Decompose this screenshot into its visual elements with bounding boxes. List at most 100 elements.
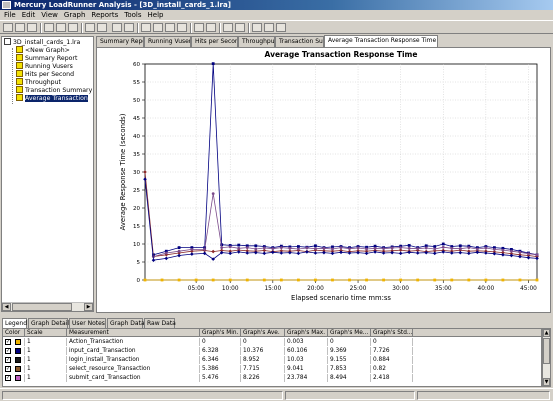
data-point[interactable] xyxy=(211,278,215,282)
data-point[interactable] xyxy=(416,278,420,282)
data-point[interactable] xyxy=(382,278,386,282)
data-point[interactable] xyxy=(271,247,275,251)
data-point[interactable] xyxy=(190,248,194,251)
data-point[interactable] xyxy=(467,246,471,250)
data-point[interactable] xyxy=(331,278,334,282)
save-icon[interactable] xyxy=(27,23,37,32)
data-point[interactable] xyxy=(296,245,300,248)
data-point[interactable] xyxy=(458,247,462,251)
data-point[interactable] xyxy=(535,278,539,282)
redo-icon[interactable] xyxy=(124,23,134,32)
data-point[interactable] xyxy=(382,247,386,251)
data-point[interactable] xyxy=(211,192,215,196)
data-point[interactable] xyxy=(501,248,505,252)
data-point[interactable] xyxy=(314,278,317,282)
data-point[interactable] xyxy=(164,251,168,255)
data-point[interactable] xyxy=(220,246,224,250)
tree-horizontal-scrollbar[interactable]: ◀ ▶ xyxy=(2,302,93,311)
header-measurement[interactable]: Measurement xyxy=(67,329,200,337)
new-icon[interactable] xyxy=(3,23,13,32)
data-point[interactable] xyxy=(356,246,360,250)
data-point[interactable] xyxy=(407,244,411,247)
data-point[interactable] xyxy=(331,247,334,251)
menu-file[interactable]: File xyxy=(0,10,19,20)
scroll-right-icon[interactable]: ▶ xyxy=(84,303,93,311)
data-point[interactable] xyxy=(228,245,232,249)
data-point[interactable] xyxy=(441,242,445,246)
data-point[interactable] xyxy=(262,246,266,250)
data-point[interactable] xyxy=(228,278,232,282)
filter-icon[interactable] xyxy=(97,23,107,32)
zoom-icon[interactable] xyxy=(194,23,204,32)
data-point[interactable] xyxy=(305,246,309,250)
tree-item-hits-per-second[interactable]: Hits per Second xyxy=(16,70,74,78)
color-swatch[interactable] xyxy=(15,357,21,363)
data-point[interactable] xyxy=(203,248,207,251)
data-point[interactable] xyxy=(467,278,471,282)
data-point[interactable] xyxy=(177,246,181,249)
data-point[interactable] xyxy=(510,249,513,253)
data-point[interactable] xyxy=(484,246,488,250)
data-point[interactable] xyxy=(314,247,317,251)
menu-tools[interactable]: Tools xyxy=(121,10,144,20)
data-point[interactable] xyxy=(237,246,241,250)
header-scale[interactable]: Scale xyxy=(25,329,67,337)
tree-item-new-graph[interactable]: <New Graph> xyxy=(16,46,70,54)
legend-row[interactable]: ✓ 1 login_install_Transaction 6.346 8.952 10.… xyxy=(3,356,541,364)
data-point[interactable] xyxy=(245,246,249,250)
tree-item-throughput[interactable]: Throughput xyxy=(16,78,61,86)
data-point[interactable] xyxy=(373,246,377,250)
visibility-checkbox[interactable]: ✓ xyxy=(5,339,11,345)
data-point[interactable] xyxy=(535,253,539,257)
data-point[interactable] xyxy=(262,278,266,282)
data-point[interactable] xyxy=(433,245,437,248)
data-point[interactable] xyxy=(211,62,215,66)
tree-root[interactable]: 3D_install_cards_1.lra xyxy=(4,38,80,46)
header-color[interactable]: Color xyxy=(3,329,25,337)
tab-running-vusers[interactable]: Running Vusers xyxy=(144,36,191,47)
visibility-checkbox[interactable]: ✓ xyxy=(5,357,11,363)
scroll-thumb[interactable] xyxy=(12,303,72,311)
visibility-checkbox[interactable]: ✓ xyxy=(5,375,11,381)
menu-view[interactable]: View xyxy=(38,10,61,20)
legend-row[interactable]: ✓ 1 select_resource_Transaction 5.386 7.715 9… xyxy=(3,365,541,373)
data-point[interactable] xyxy=(433,247,437,251)
data-point[interactable] xyxy=(390,246,394,250)
data-point[interactable] xyxy=(365,278,368,282)
legend-vertical-scrollbar[interactable]: ▲ ▼ xyxy=(542,328,551,387)
cascade-icon[interactable] xyxy=(165,23,175,32)
header-min[interactable]: Graph's Min. xyxy=(200,329,241,337)
layout-icon[interactable] xyxy=(141,23,151,32)
color-swatch[interactable] xyxy=(15,366,21,372)
legend-icon[interactable] xyxy=(206,23,216,32)
visibility-checkbox[interactable]: ✓ xyxy=(5,366,11,372)
bar-chart-icon[interactable] xyxy=(252,23,262,32)
data-point[interactable] xyxy=(399,278,403,282)
legend-row[interactable]: ✓ 1 Action_Transaction 0 0 0.003 0 0 xyxy=(3,338,541,346)
report-icon[interactable] xyxy=(56,23,66,32)
data-point[interactable] xyxy=(245,278,249,282)
copy-icon[interactable] xyxy=(68,23,78,32)
data-point[interactable] xyxy=(279,246,283,250)
scroll-left-icon[interactable]: ◀ xyxy=(2,303,11,311)
data-point[interactable] xyxy=(484,278,488,282)
data-point[interactable] xyxy=(527,252,530,256)
visibility-checkbox[interactable]: ✓ xyxy=(5,348,11,354)
menu-reports[interactable]: Reports xyxy=(88,10,121,20)
data-point[interactable] xyxy=(322,246,326,250)
data-point[interactable] xyxy=(348,247,351,251)
scroll-up-icon[interactable]: ▲ xyxy=(543,329,550,337)
data-point[interactable] xyxy=(177,278,181,282)
tree-item-running-vusers[interactable]: Running Vusers xyxy=(16,62,73,70)
data-point[interactable] xyxy=(492,248,496,251)
data-point[interactable] xyxy=(348,278,351,282)
data-point[interactable] xyxy=(160,278,164,282)
undo-icon[interactable] xyxy=(112,23,122,32)
tile-icon[interactable] xyxy=(153,23,163,32)
chart-icon[interactable] xyxy=(223,23,233,32)
header-ave[interactable]: Graph's Ave. xyxy=(241,329,285,337)
data-point[interactable] xyxy=(501,278,505,282)
color-swatch[interactable] xyxy=(15,348,21,354)
data-point[interactable] xyxy=(424,246,428,250)
tab-transaction-summary[interactable]: Transaction Summary xyxy=(275,36,324,47)
